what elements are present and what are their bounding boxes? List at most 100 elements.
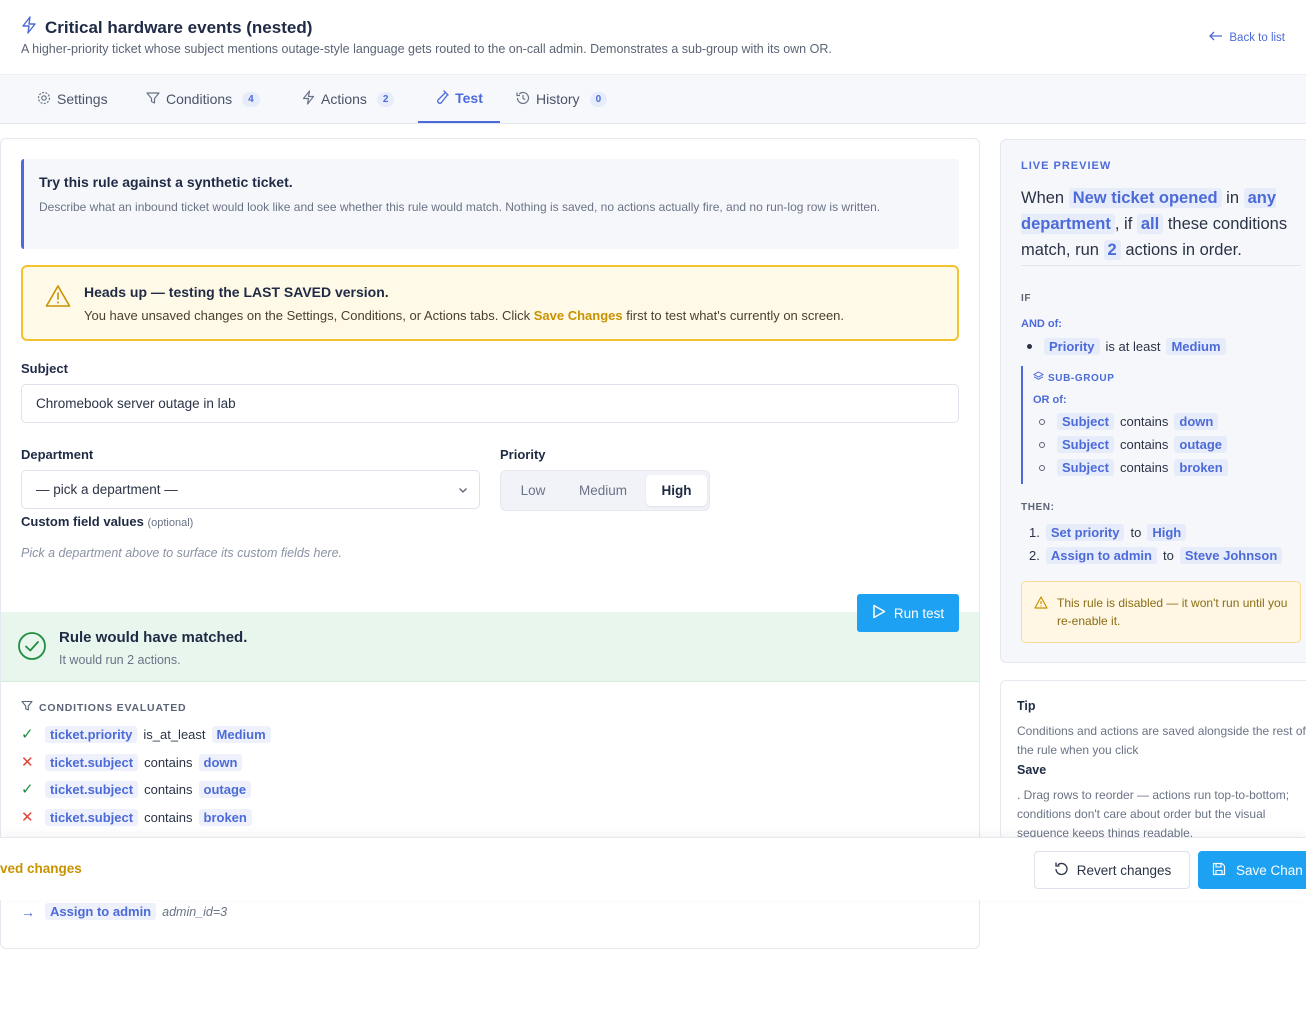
condition-result-row: ✕ ticket.subject contains broken [21, 808, 252, 826]
history-count-badge: 0 [589, 91, 608, 107]
preview-action: 2. Assign to admin to Steve Johnson [1029, 547, 1283, 564]
rule-summary-sentence: When New ticket opened in any department… [1021, 185, 1306, 263]
check-icon: ✓ [21, 726, 34, 743]
condition-result-row: ✓ ticket.priority is_at_least Medium [21, 725, 271, 743]
preview-subgroup: SUB-GROUP OR of: Subject contains down S… [1021, 366, 1306, 484]
revert-label: Revert changes [1076, 862, 1172, 878]
revert-changes-button[interactable]: Revert changes [1034, 851, 1190, 889]
summary-word: , if [1114, 215, 1133, 233]
undo-icon [1053, 861, 1069, 880]
tab-test[interactable]: Test [418, 75, 500, 123]
condition-value: Medium [211, 725, 271, 743]
action-result-row: → Assign to admin admin_id=3 [21, 903, 227, 920]
preview-action-name: Set priority [1045, 524, 1125, 541]
warning-save-changes: Save Changes [533, 308, 623, 323]
conditions-heading-text: CONDITIONS EVALUATED [39, 701, 187, 714]
preview-condition-operator: is at least [1105, 339, 1161, 354]
condition-value: down [198, 753, 243, 771]
priority-option-low[interactable]: Low [505, 475, 561, 506]
condition-operator: contains [144, 781, 193, 797]
tab-settings[interactable]: Settings [37, 75, 108, 123]
gear-icon [37, 91, 51, 108]
summary-action-count: 2 [1103, 240, 1121, 260]
warning-icon [45, 284, 71, 313]
save-changes-clip: Save Chan [1198, 851, 1306, 889]
live-preview-heading: LIVE PREVIEW [1021, 160, 1112, 172]
x-icon: ✕ [21, 809, 34, 826]
preview-action-name: Assign to admin [1045, 547, 1157, 564]
action-name: Assign to admin [45, 903, 157, 920]
filter-icon [146, 91, 160, 108]
tab-history-label: History [536, 91, 580, 107]
bolt-icon [21, 16, 37, 39]
warning-icon [1034, 596, 1048, 614]
preview-condition-value: down [1174, 413, 1219, 430]
title-row: Critical hardware events (nested) [21, 16, 312, 39]
condition-operator: contains [144, 754, 193, 770]
result-subtitle: It would run 2 actions. [59, 653, 181, 667]
subject-input[interactable]: Chromebook server outage in lab [21, 384, 959, 423]
tab-conditions[interactable]: Conditions 4 [146, 75, 260, 123]
condition-result-row: ✕ ticket.subject contains down [21, 753, 243, 771]
save-label: Save Chan [1236, 862, 1303, 878]
warning-text-before: You have unsaved changes on the Settings… [84, 308, 534, 323]
preview-condition-field: Subject [1057, 413, 1114, 430]
preview-subgroup-condition: Subject contains outage [1039, 436, 1228, 453]
x-icon: ✕ [21, 754, 34, 771]
rule-disabled-note: This rule is disabled — it won't run unt… [1021, 581, 1301, 643]
tab-actions-label: Actions [321, 91, 367, 107]
page-header: Critical hardware events (nested) A high… [0, 0, 1306, 75]
or-of-label: OR of: [1033, 394, 1067, 406]
hollow-bullet [1039, 418, 1045, 425]
action-number: 2. [1029, 548, 1040, 563]
custom-fields-label: Custom field values (optional) [21, 514, 193, 529]
play-icon [872, 604, 886, 622]
summary-mode: all [1136, 214, 1164, 234]
filter-icon [21, 700, 33, 715]
save-changes-button[interactable]: Save Chan [1198, 851, 1306, 889]
bolt-icon [302, 90, 315, 108]
arrow-right-icon: → [21, 903, 35, 920]
preview-condition-operator: contains [1119, 414, 1169, 429]
if-label: IF [1021, 293, 1032, 304]
flask-icon [435, 89, 449, 107]
tip-title: Tip [1017, 699, 1036, 713]
tab-history[interactable]: History 0 [515, 75, 608, 123]
department-select[interactable]: — pick a department — [21, 470, 480, 509]
preview-action-to: to [1130, 525, 1142, 540]
priority-option-medium[interactable]: Medium [563, 475, 643, 506]
priority-option-high[interactable]: High [646, 475, 707, 506]
action-param: admin_id=3 [162, 904, 228, 919]
summary-trigger: New ticket opened [1068, 188, 1222, 208]
then-label: THEN: [1021, 502, 1055, 513]
check-icon: ✓ [21, 781, 34, 798]
tab-settings-label: Settings [57, 91, 108, 107]
condition-field: ticket.priority [45, 725, 138, 743]
preview-condition-field: Priority [1044, 338, 1100, 355]
and-of-label: AND of: [1021, 318, 1062, 330]
preview-condition-field: Subject [1057, 459, 1114, 476]
run-test-button[interactable]: Run test [857, 594, 959, 632]
back-to-list-link[interactable]: Back to list [1209, 31, 1285, 44]
intro-title: Try this rule against a synthetic ticket… [39, 174, 293, 190]
condition-operator: is_at_least [143, 726, 206, 742]
live-preview-panel: LIVE PREVIEW When New ticket opened in a… [1000, 139, 1306, 663]
tab-actions[interactable]: Actions 2 [302, 75, 395, 123]
preview-condition: Priority is at least Medium [1027, 338, 1226, 355]
custom-fields-hint: Pick a department above to surface its c… [21, 546, 342, 560]
priority-label: Priority [500, 447, 546, 462]
layers-icon [1032, 371, 1045, 385]
test-panel: Try this rule against a synthetic ticket… [0, 138, 980, 949]
preview-condition-value: broken [1174, 459, 1228, 476]
warning-text-after: first to test what's currently on screen… [622, 308, 845, 323]
condition-field: ticket.subject [45, 808, 139, 826]
history-icon [515, 91, 530, 108]
run-test-label: Run test [893, 605, 945, 621]
result-title: Rule would have matched. [59, 629, 248, 646]
conditions-count-badge: 4 [242, 91, 260, 107]
condition-operator: contains [144, 809, 193, 825]
unsaved-changes-bar: ved changes Revert changes Save Chan [0, 837, 1306, 900]
warning-text: You have unsaved changes on the Settings… [84, 308, 844, 323]
preview-subgroup-condition: Subject contains broken [1039, 459, 1228, 476]
page-title: Critical hardware events (nested) [45, 17, 313, 37]
